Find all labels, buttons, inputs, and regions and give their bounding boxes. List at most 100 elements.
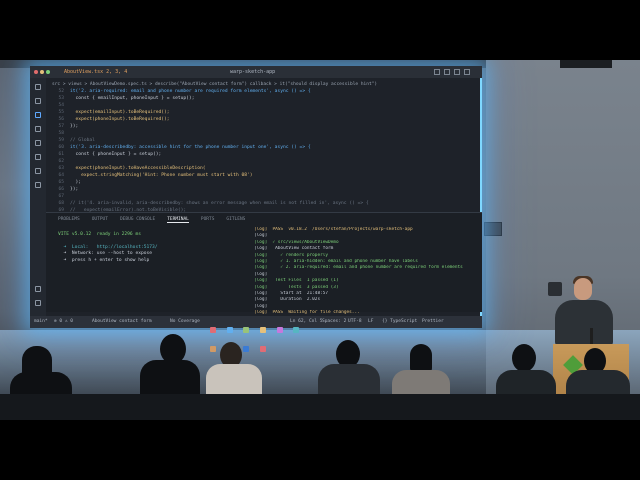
video-frame: AboutView.tsx 2, 3, 4 warp-sketch-app sr… — [0, 0, 640, 480]
code-line[interactable]: 62 — [52, 158, 472, 165]
editor-tab[interactable]: AboutView.tsx 2, 3, 4 — [64, 69, 127, 75]
app-icon[interactable] — [243, 346, 250, 352]
panel-tab-terminal[interactable]: TERMINAL — [167, 217, 189, 223]
extensions-icon[interactable] — [35, 140, 41, 146]
gitlens-icon[interactable] — [35, 182, 41, 188]
panel-icon[interactable] — [454, 69, 460, 75]
status-item[interactable]: {} TypeScript — [382, 319, 417, 324]
code-text: expect(phoneInput).toBeRequired(); — [70, 117, 170, 122]
code-line[interactable]: 52 it('2. aria-required: email and phone … — [52, 88, 472, 95]
code-line[interactable]: 53 const { emailInput, phoneInput } = se… — [52, 95, 472, 102]
code-line[interactable]: 60 it('3. aria-describedby: accessible hi… — [52, 144, 472, 151]
status-item[interactable]: ⊗ 0 ⚠ 0 — [54, 319, 73, 324]
lecture-room: AboutView.tsx 2, 3, 4 warp-sketch-app sr… — [0, 60, 640, 420]
code-text: it('3. aria-describedby: accessible hint… — [70, 145, 311, 150]
status-item[interactable]: Prettier — [422, 319, 444, 324]
seat-row — [0, 394, 640, 420]
line-number: 62 — [58, 159, 64, 164]
line-number: 60 — [58, 145, 64, 150]
line-number: 68 — [58, 201, 64, 206]
code-line[interactable]: 63 expect(phoneInput).toHaveAccessibleDe… — [52, 165, 472, 172]
line-number: 58 — [58, 131, 64, 136]
code-text: // it('4. aria-invalid, aria-describedby… — [70, 201, 369, 206]
code-text: const { phoneInput } = setup(); — [70, 152, 162, 157]
app-icon[interactable] — [293, 327, 300, 333]
code-text: it('2. aria-required: email and phone nu… — [70, 89, 311, 94]
customize-icon[interactable] — [464, 69, 470, 75]
testing-icon[interactable] — [35, 154, 41, 160]
code-text: const { emailInput, phoneInput } = setup… — [70, 96, 195, 101]
source-control-icon[interactable] — [35, 112, 41, 118]
wall-panel — [484, 222, 502, 236]
breadcrumb[interactable]: src > views > AboutViewDemo.spec.ts > de… — [52, 82, 377, 87]
projection-screen: AboutView.tsx 2, 3, 4 warp-sketch-app sr… — [30, 66, 482, 352]
app-icon[interactable] — [226, 327, 233, 333]
app-icon[interactable] — [243, 327, 250, 333]
activity-bar — [30, 78, 46, 318]
remote-icon[interactable] — [35, 168, 41, 174]
app-icon[interactable] — [276, 327, 283, 333]
code-line[interactable]: 58 — [52, 130, 472, 137]
minimize-dot-icon[interactable] — [40, 70, 44, 74]
app-icon[interactable] — [210, 327, 216, 333]
line-number: 61 — [58, 152, 64, 157]
status-item[interactable]: No Coverage — [170, 319, 200, 324]
app-icon[interactable] — [259, 346, 266, 352]
code-line[interactable]: 61 const { phoneInput } = setup(); — [52, 151, 472, 158]
maximize-dot-icon[interactable] — [46, 70, 50, 74]
explorer-icon[interactable] — [35, 84, 41, 90]
panel-tabs: PROBLEMS OUTPUT DEBUG CONSOLE TERMINAL PORTS… — [58, 217, 257, 223]
panel-tab-problems[interactable]: PROBLEMS — [58, 217, 80, 222]
presenter-body — [555, 300, 613, 346]
line-number: 52 — [58, 89, 64, 94]
line-number: 59 — [58, 138, 64, 143]
terminal-left[interactable]: VITE v5.0.12 ready in 2296 ms ➜ Local: h… — [58, 231, 248, 263]
window-titlebar: AboutView.tsx 2, 3, 4 warp-sketch-app — [30, 66, 482, 78]
split-icon[interactable] — [444, 69, 450, 75]
line-number: 57 — [58, 124, 64, 129]
account-icon[interactable] — [35, 286, 41, 292]
status-item[interactable]: main* — [34, 319, 48, 324]
app-icon[interactable] — [259, 327, 266, 333]
code-line[interactable]: 54 — [52, 102, 472, 109]
bottom-panel: PROBLEMS OUTPUT DEBUG CONSOLE TERMINAL PORTS… — [46, 212, 482, 315]
run-debug-icon[interactable] — [35, 126, 41, 132]
search-icon[interactable] — [35, 98, 41, 104]
app-icon[interactable] — [210, 346, 216, 352]
status-item[interactable]: Spaces: 2 — [322, 319, 346, 324]
layout-icon[interactable] — [434, 69, 440, 75]
taskbar-dock — [210, 318, 310, 352]
line-number: 54 — [58, 103, 64, 108]
code-line[interactable]: 59 // Global — [52, 137, 472, 144]
code-text: ); — [70, 180, 82, 185]
line-number: 66 — [58, 187, 64, 192]
code-text: }); — [70, 187, 79, 192]
close-dot-icon[interactable] — [34, 70, 38, 74]
settings-gear-icon[interactable] — [35, 300, 41, 306]
line-number: 67 — [58, 194, 64, 199]
panel-tab-debug-console[interactable]: DEBUG CONSOLE — [120, 217, 155, 222]
panel-tab-ports[interactable]: PORTS — [201, 217, 215, 222]
code-text: expect(phoneInput).toHaveAccessibleDescr… — [70, 166, 206, 171]
code-line[interactable]: 66}); — [52, 186, 472, 193]
status-item[interactable]: LF — [368, 319, 373, 324]
code-text: // Global — [70, 138, 95, 143]
code-line[interactable]: 65 ); — [52, 179, 472, 186]
terminal-right[interactable]: [log] PASS v0.18.2 /Users/stefan/Project… — [254, 227, 474, 316]
window-title: warp-sketch-app — [230, 69, 276, 75]
code-line[interactable]: 68 // it('4. aria-invalid, aria-described… — [52, 200, 472, 207]
code-line[interactable]: 67 — [52, 193, 472, 200]
status-item[interactable]: UTF-8 — [348, 319, 362, 324]
panel-tab-gitlens[interactable]: GITLENS — [226, 217, 245, 222]
line-number: 63 — [58, 166, 64, 171]
code-line[interactable]: 56 expect(phoneInput).toBeRequired(); — [52, 116, 472, 123]
panel-tab-output[interactable]: OUTPUT — [92, 217, 108, 222]
code-line[interactable]: 64 expect.stringMatching('Hint: Phone nu… — [52, 172, 472, 179]
wall-sensor — [548, 282, 562, 296]
terminal-line: [log] ✓ 2. aria-required: email and phon… — [254, 265, 463, 271]
code-line[interactable]: 57}); — [52, 123, 472, 130]
status-item[interactable]: AboutView contact form — [92, 319, 152, 324]
terminal-line: ➜ press h + enter to show help — [58, 257, 150, 263]
code-editor[interactable]: 52 it('2. aria-required: email and phone … — [52, 88, 472, 213]
code-line[interactable]: 55 expect(emailInput).toBeRequired(); — [52, 109, 472, 116]
